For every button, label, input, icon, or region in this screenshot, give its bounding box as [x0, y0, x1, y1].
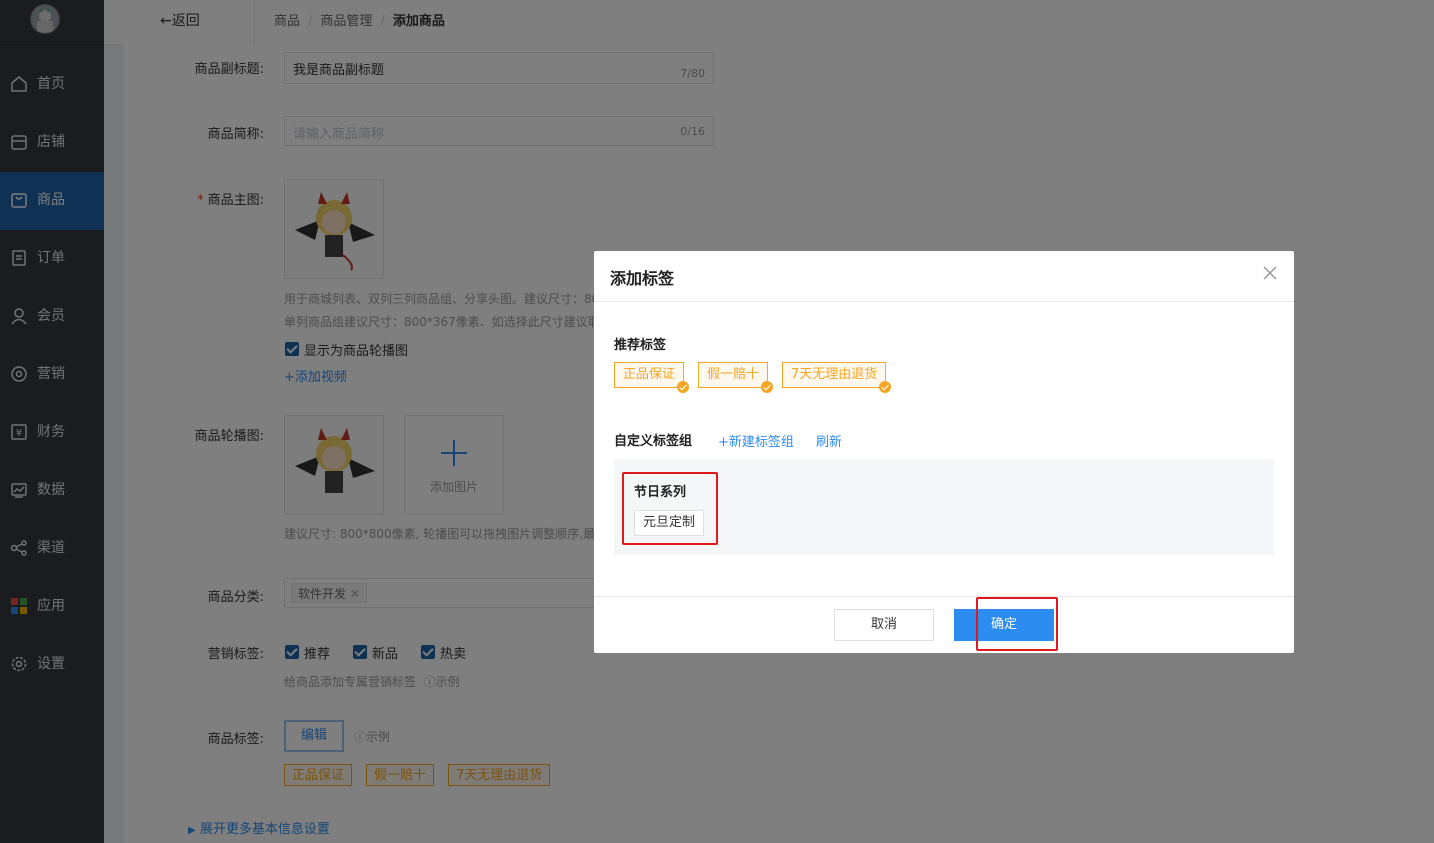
check-icon — [761, 381, 774, 393]
highlight-box — [976, 597, 1058, 651]
recommend-tag[interactable]: 正品保证 — [614, 362, 690, 393]
dialog-title: 添加标签 — [610, 269, 675, 288]
check-icon — [879, 381, 892, 393]
highlight-box — [622, 472, 718, 545]
refresh-link[interactable]: 刷新 — [816, 431, 842, 450]
new-tag-group-link[interactable]: +新建标签组 — [718, 431, 794, 450]
divider — [594, 596, 1294, 597]
check-icon — [677, 381, 690, 393]
add-tag-dialog: 添加标签 推荐标签 正品保证 假一赔十 7天无理由退货 自定义标签组 +新建标签… — [594, 251, 1294, 653]
custom-tags-title: 自定义标签组 — [614, 434, 693, 449]
close-icon[interactable] — [1262, 265, 1278, 281]
recommend-tag[interactable]: 7天无理由退货 — [782, 362, 892, 393]
recommend-tags-title: 推荐标签 — [614, 338, 667, 353]
recommend-tag[interactable]: 假一赔十 — [698, 362, 774, 393]
cancel-button[interactable]: 取消 — [834, 609, 934, 641]
divider — [594, 301, 1294, 302]
